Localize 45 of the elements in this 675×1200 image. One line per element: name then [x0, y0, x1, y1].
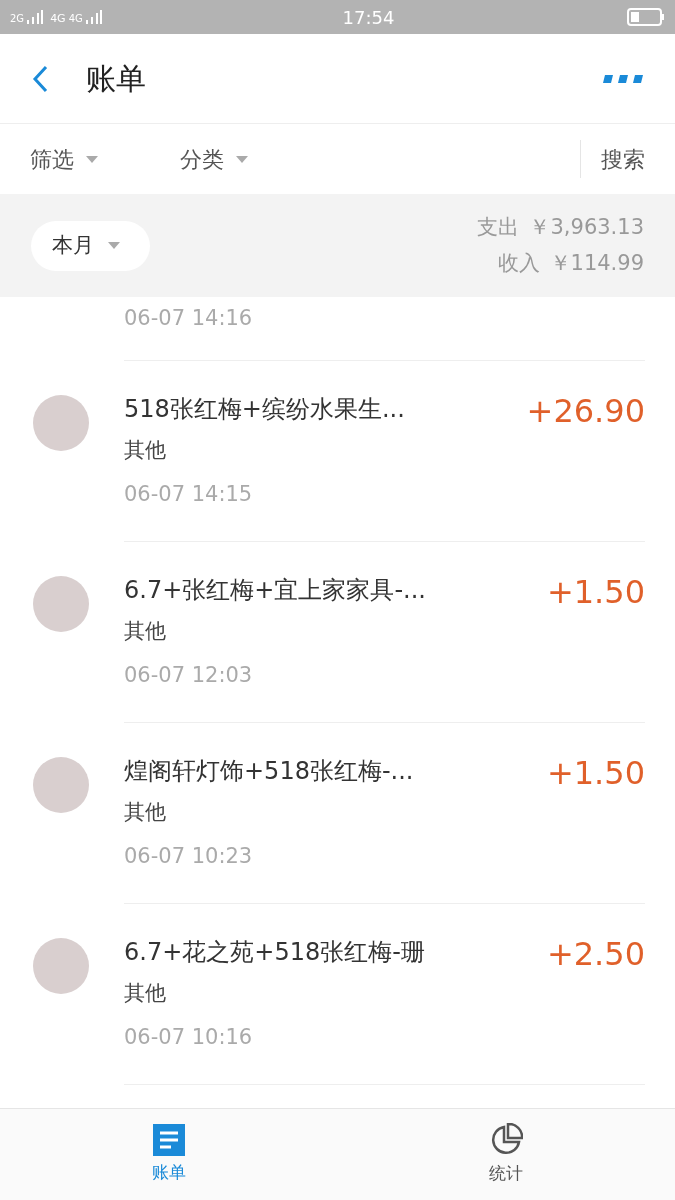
avatar [33, 938, 89, 994]
signal-icon [85, 10, 102, 24]
total-label: 收入 [497, 249, 540, 277]
period-dropdown[interactable]: 本月 [31, 220, 150, 271]
filter-dropdown[interactable]: 筛选 [30, 142, 180, 176]
transaction-title: 518张红梅+缤纷水果生... [124, 394, 406, 425]
transaction-title: 煌阁轩灯饰+518张红梅-... [124, 756, 415, 787]
signal-icon [27, 10, 44, 24]
status-time: 17:54 [341, 5, 396, 30]
search-button[interactable]: 搜索 [583, 142, 675, 176]
avatar [33, 395, 89, 451]
transaction-category: 其他 [124, 799, 167, 826]
transaction-amount: +2.50 [546, 934, 645, 975]
page-title: 账单 [86, 60, 147, 98]
caret-icon [236, 155, 248, 163]
network-label: 4G [50, 13, 66, 24]
total-label: 支出 [477, 214, 520, 241]
avatar [33, 757, 89, 813]
avatar [33, 576, 89, 632]
caret-icon [108, 242, 120, 249]
filter-dropdown[interactable]: 分类 [180, 142, 330, 176]
network-label: 4G [68, 14, 83, 24]
tab[interactable]: 账单 [0, 1109, 337, 1200]
transaction-title: 6.7+张红梅+宜上家家具-... [124, 575, 427, 606]
caret-icon [86, 155, 98, 163]
total-amount: ￥3,963.13 [529, 214, 644, 241]
more-icon[interactable] [603, 74, 643, 83]
transaction-time: 06-07 12:03 [124, 661, 254, 689]
transaction-category: 其他 [124, 618, 167, 645]
network-label: 2G [10, 14, 25, 24]
transaction-time: 06-07 14:16 [124, 305, 254, 332]
battery-icon [627, 8, 665, 26]
tab[interactable]: 统计 [337, 1109, 674, 1200]
transaction-amount: +1.50 [546, 572, 645, 613]
transaction-time: 06-07 10:16 [124, 1023, 254, 1051]
back-icon[interactable] [32, 64, 48, 93]
transaction-amount: +26.90 [526, 391, 645, 432]
transaction-time: 06-07 14:15 [124, 480, 254, 508]
transaction-category: 其他 [124, 437, 167, 464]
total-amount: ￥114.99 [549, 249, 644, 277]
transaction-amount: +1.50 [546, 753, 645, 794]
transaction-category: 其他 [124, 980, 167, 1007]
transaction-time: 06-07 10:23 [124, 842, 254, 870]
transaction-title: 6.7+花之苑+518张红梅-珊 [124, 937, 426, 968]
list-icon [152, 1123, 185, 1156]
